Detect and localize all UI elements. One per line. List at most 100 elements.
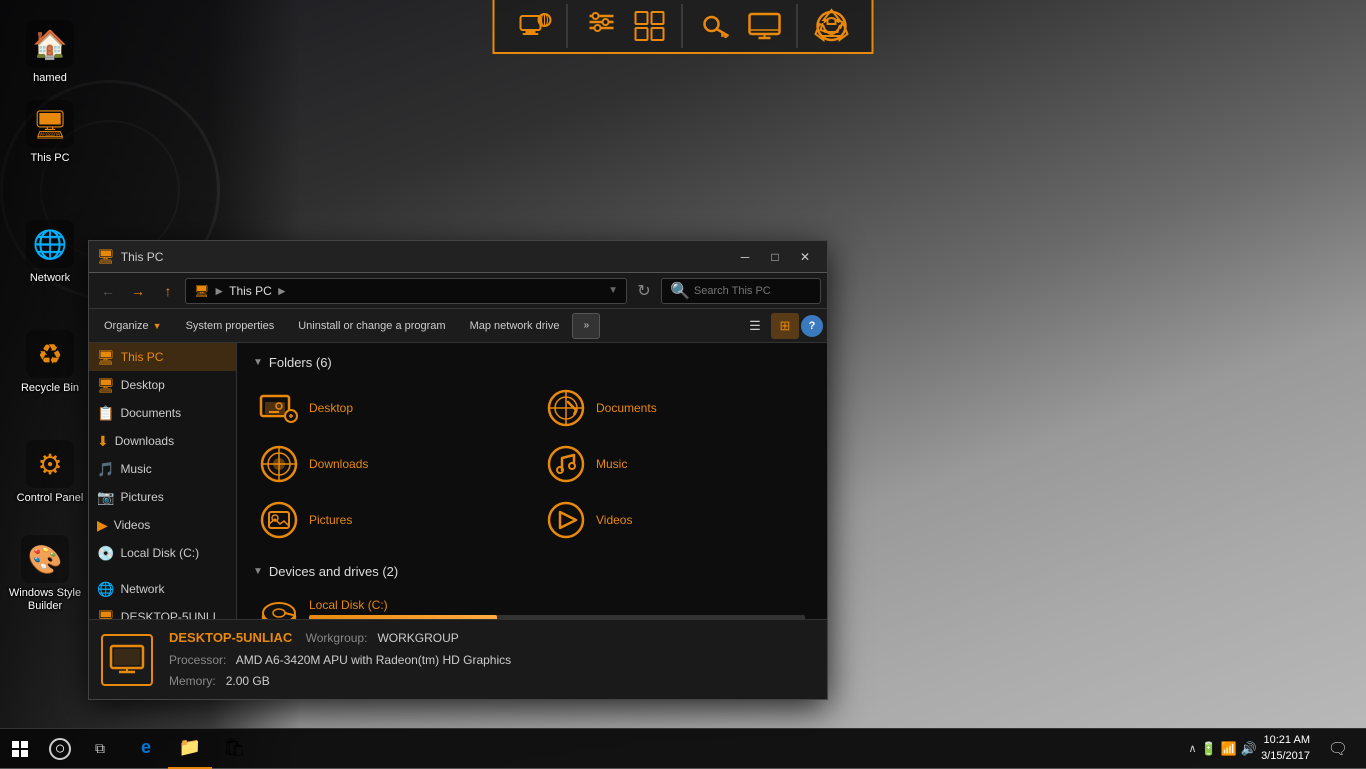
search-input[interactable] <box>694 285 812 297</box>
refresh-button[interactable]: ↻ <box>631 278 657 304</box>
taskbar-apps: e 📁 🛍 <box>120 729 1188 769</box>
wsb-icon: 🎨 <box>21 535 69 583</box>
address-bar[interactable]: 🖥 ► This PC ► ▼ <box>185 278 627 304</box>
desktop-icon-control-panel[interactable]: ⚙ Control Panel <box>10 440 90 505</box>
sidebar-item-music[interactable]: 🎵 Music <box>89 455 236 483</box>
taskbar-app-store[interactable]: 🛍 <box>212 729 256 769</box>
processor-label: Processor: <box>169 653 226 667</box>
sidebar-item-videos[interactable]: ▶ Videos <box>89 511 236 539</box>
explorer-title-text: This PC <box>121 250 731 264</box>
documents-folder-icon <box>546 388 586 428</box>
organize-button[interactable]: Organize ▼ <box>93 313 173 339</box>
desktop-icon-recycle-bin[interactable]: ♻ Recycle Bin <box>10 330 90 395</box>
network-sidebar-label: Network <box>120 582 164 596</box>
maximize-button[interactable]: □ <box>761 246 789 268</box>
taskbar-search-button[interactable]: ○ <box>40 729 80 769</box>
sidebar-item-pictures[interactable]: 📷 Pictures <box>89 483 236 511</box>
taskbar-taskview-button[interactable]: ⧉ <box>80 729 120 769</box>
expand-icon: » <box>584 320 590 331</box>
tray-network-icon: 📶 <box>1221 741 1237 757</box>
close-button[interactable]: ✕ <box>791 246 819 268</box>
desktop-folder-name: Desktop <box>309 401 353 415</box>
qt-icon-network1[interactable] <box>513 4 557 48</box>
network-label: Network <box>30 272 70 285</box>
view-tiles-button[interactable]: ⊞ <box>771 313 799 339</box>
explorer-window: 🖥 This PC ─ □ ✕ ← → ↑ 🖥 ► This PC ► ▼ ↻ … <box>88 240 828 700</box>
up-button[interactable]: ↑ <box>155 278 181 304</box>
this-pc-icon: 🖥 <box>26 100 74 148</box>
hamed-label: hamed <box>33 72 67 85</box>
addr-path: This PC <box>229 284 272 298</box>
folder-item-documents[interactable]: Documents <box>540 384 811 432</box>
view-details-button[interactable]: ☰ <box>741 313 769 339</box>
taskbar-app-explorer[interactable]: 📁 <box>168 729 212 769</box>
folder-item-desktop[interactable]: Desktop <box>253 384 524 432</box>
qt-icon-key[interactable] <box>695 4 739 48</box>
folders-title: Folders (6) <box>269 355 332 370</box>
tray-volume-icon: 🔊 <box>1241 741 1257 757</box>
this-pc-sidebar-label: This PC <box>121 350 164 364</box>
desktop-icon-network[interactable]: 🌐 Network <box>10 220 90 285</box>
desktop-icon-hamed[interactable]: 🏠 hamed <box>10 20 90 85</box>
music-folder-icon <box>546 444 586 484</box>
qt-icon-recycle[interactable] <box>810 4 854 48</box>
this-pc-label: This PC <box>30 152 69 165</box>
map-network-button[interactable]: Map network drive <box>459 313 571 339</box>
control-panel-icon: ⚙ <box>26 440 74 488</box>
minimize-button[interactable]: ─ <box>731 246 759 268</box>
help-button[interactable]: ? <box>801 315 823 337</box>
organize-arrow: ▼ <box>153 321 162 331</box>
desktop-icon-wsb[interactable]: 🎨 Windows Style Builder <box>5 535 85 613</box>
toolbar-expand-button[interactable]: » <box>572 313 600 339</box>
qt-group-2 <box>570 4 683 48</box>
explorer-status-bar: DESKTOP-5UNLIAC Workgroup: WORKGROUP Pro… <box>89 619 827 699</box>
qt-group-3 <box>685 4 798 48</box>
addr-dropdown-icon[interactable]: ▼ <box>608 285 618 296</box>
qt-icon-settings1[interactable] <box>580 4 624 48</box>
system-tray: ∧ 🔋 📶 🔊 10:21 AM 3/15/2017 🗨 <box>1188 729 1366 769</box>
folder-item-downloads[interactable]: Downloads <box>253 440 524 488</box>
sidebar-item-desktop[interactable]: 🖥 Desktop <box>89 371 236 399</box>
system-properties-button[interactable]: System properties <box>175 313 286 339</box>
forward-button[interactable]: → <box>125 278 151 304</box>
drive-item-local[interactable]: Local Disk (C:) 19.6 GB free of 31.5 GB <box>253 593 811 619</box>
music-sidebar-icon: 🎵 <box>97 461 114 478</box>
folder-item-videos[interactable]: Videos <box>540 496 811 544</box>
videos-sidebar-label: Videos <box>114 518 150 532</box>
taskbar-clock[interactable]: 10:21 AM 3/15/2017 <box>1261 733 1310 764</box>
sidebar-item-network[interactable]: 🌐 Network <box>89 575 236 603</box>
start-button[interactable] <box>0 729 40 769</box>
folder-item-pictures[interactable]: Pictures <box>253 496 524 544</box>
downloads-sidebar-label: Downloads <box>115 434 174 448</box>
explorer-title-icon: 🖥 <box>97 248 115 265</box>
tray-chevron[interactable]: ∧ <box>1188 742 1196 755</box>
qt-group-4 <box>800 4 864 48</box>
sidebar-item-local-disk[interactable]: 💿 Local Disk (C:) <box>89 539 236 567</box>
uninstall-button[interactable]: Uninstall or change a program <box>287 313 456 339</box>
wsb-label: Windows Style Builder <box>5 587 85 613</box>
window-controls: ─ □ ✕ <box>731 246 819 268</box>
search-box[interactable]: 🔍 <box>661 278 821 304</box>
network-icon: 🌐 <box>26 220 74 268</box>
folder-item-music[interactable]: Music <box>540 440 811 488</box>
back-button[interactable]: ← <box>95 278 121 304</box>
workgroup-value: WORKGROUP <box>377 631 458 645</box>
taskbar-app-edge[interactable]: e <box>124 729 168 769</box>
sidebar-item-downloads[interactable]: ⬇ Downloads <box>89 427 236 455</box>
sidebar-item-this-pc[interactable]: 🖥 This PC <box>89 343 236 371</box>
music-folder-name: Music <box>596 457 627 471</box>
qt-icon-monitor[interactable] <box>743 4 787 48</box>
local-disk-bar-fill <box>309 615 497 619</box>
sidebar-item-desktop-comp[interactable]: 🖥 DESKTOP-5UNLI... <box>89 603 236 619</box>
qt-group-1 <box>503 4 568 48</box>
qt-icon-settings2[interactable] <box>628 4 672 48</box>
pictures-folder-icon <box>259 500 299 540</box>
notification-button[interactable]: 🗨 <box>1318 729 1358 769</box>
uninstall-label: Uninstall or change a program <box>298 320 445 332</box>
desktop-icon-this-pc[interactable]: 🖥 This PC <box>10 100 90 165</box>
local-disk-sidebar-label: Local Disk (C:) <box>120 546 199 560</box>
sidebar-item-documents[interactable]: 📋 Documents <box>89 399 236 427</box>
toolbar-right: ☰ ⊞ ? <box>741 313 823 339</box>
desktop-comp-sidebar-icon: 🖥 <box>97 609 115 620</box>
desktop-folder-icon <box>259 388 299 428</box>
